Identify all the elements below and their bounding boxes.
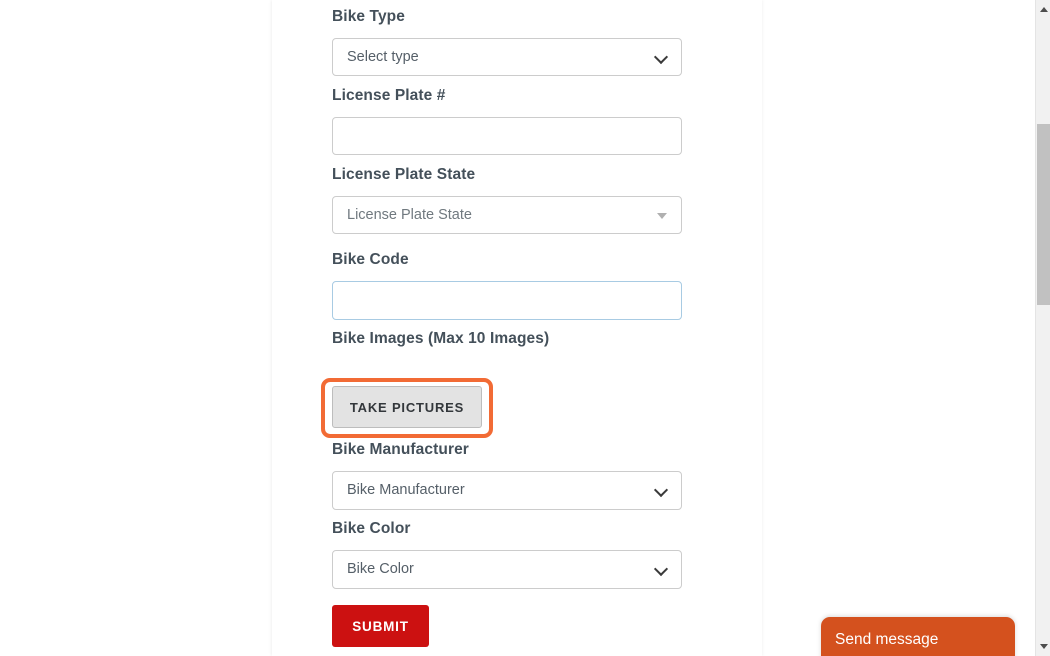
send-message-label: Send message [835, 631, 939, 648]
browser-viewport: Bike Type Select type License Plate # Li… [0, 0, 1050, 656]
field-bike-manufacturer: Bike Manufacturer Bike Manufacturer [332, 441, 682, 510]
vertical-scrollbar[interactable] [1035, 0, 1050, 656]
submit-button[interactable]: SUBMIT [332, 605, 429, 647]
submit-label: SUBMIT [352, 618, 409, 634]
field-bike-images: Bike Images (Max 10 Images) [332, 330, 549, 349]
license-plate-state-value: License Plate State [347, 206, 472, 223]
bike-manufacturer-value: Bike Manufacturer [347, 482, 465, 499]
label-bike-color: Bike Color [332, 520, 411, 537]
field-bike-type: Bike Type Select type [332, 8, 682, 76]
take-pictures-label: TAKE PICTURES [349, 399, 465, 415]
label-bike-code: Bike Code [332, 251, 409, 268]
submit-button-face[interactable]: SUBMIT [332, 605, 429, 647]
scroll-down-arrow-icon[interactable] [1036, 639, 1050, 654]
label-bike-manufacturer: Bike Manufacturer [332, 441, 469, 458]
bike-type-select[interactable]: Select type [332, 37, 682, 76]
label-license-plate-state: License Plate State [332, 166, 476, 183]
license-plate-number-input[interactable] [332, 116, 682, 155]
scroll-up-arrow-icon[interactable] [1036, 2, 1050, 17]
label-bike-images: Bike Images (Max 10 Images) [332, 330, 550, 347]
label-bike-type: Bike Type [332, 8, 405, 25]
scrollbar-thumb[interactable] [1037, 124, 1050, 305]
license-plate-state-select[interactable]: License Plate State [332, 195, 682, 234]
take-pictures-button-face[interactable]: TAKE PICTURES [332, 386, 482, 428]
field-bike-code: Bike Code [332, 251, 682, 320]
label-license-plate-number: License Plate # [332, 87, 446, 104]
field-license-plate-state: License Plate State License Plate State [332, 166, 682, 234]
bike-color-select[interactable]: Bike Color [332, 549, 682, 589]
bike-type-value: Select type [347, 48, 419, 65]
bike-color-value: Bike Color [347, 561, 414, 578]
send-message-chat-tab[interactable]: Send message [821, 617, 1015, 656]
bike-manufacturer-select[interactable]: Bike Manufacturer [332, 470, 682, 510]
triangle-down-icon [657, 212, 667, 219]
take-pictures-button[interactable]: TAKE PICTURES [332, 386, 482, 428]
field-license-plate-number: License Plate # [332, 87, 682, 155]
bike-code-input[interactable] [332, 280, 682, 320]
field-bike-color: Bike Color Bike Color [332, 520, 682, 589]
